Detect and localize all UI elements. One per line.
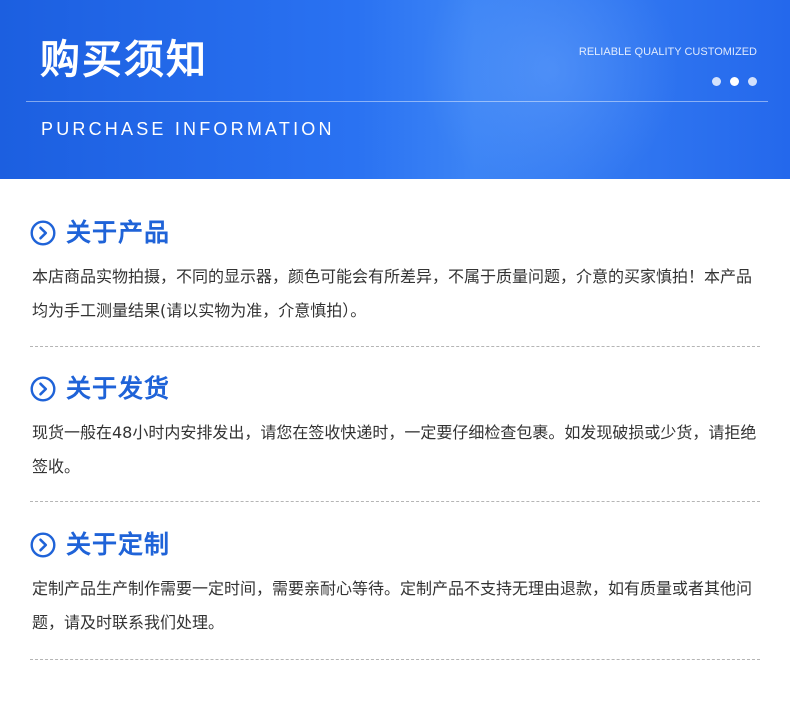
section-header: 关于发货 (30, 372, 170, 406)
banner-glow (420, 0, 680, 179)
banner-divider (26, 101, 768, 102)
dashed-divider (30, 346, 760, 347)
header-banner: 购买须知 RELIABLE QUALITY CUSTOMIZED PURCHAS… (0, 0, 790, 179)
section-header: 关于定制 (30, 528, 170, 562)
dot-icon (748, 77, 757, 86)
page-title: 购买须知 (40, 37, 208, 83)
section-body: 本店商品实物拍摄，不同的显示器，颜色可能会有所差异，不属于质量问题，介意的买家慎… (32, 267, 753, 320)
section-title: 关于定制 (66, 530, 171, 559)
dot-icon (712, 77, 721, 86)
dashed-divider (30, 659, 760, 660)
section-title: 关于产品 (66, 218, 171, 247)
section-body: 定制产品生产制作需要一定时间，需要亲耐心等待。定制产品不支持无理由退款，如有质量… (32, 579, 753, 632)
banner-tagline: RELIABLE QUALITY CUSTOMIZED (578, 46, 757, 58)
banner-dots (712, 77, 757, 86)
chevron-right-circle-icon (30, 532, 56, 558)
section-title: 关于发货 (66, 374, 171, 403)
chevron-right-circle-icon (30, 376, 56, 402)
dashed-divider (30, 501, 760, 502)
chevron-right-circle-icon (30, 220, 56, 246)
dot-icon (730, 77, 739, 86)
section-body: 现货一般在48小时内安排发出，请您在签收快递时，一定要仔细检查包裹。如发现破损或… (32, 423, 757, 476)
page-subtitle: PURCHASE INFORMATION (41, 119, 335, 139)
section-header: 关于产品 (30, 216, 170, 250)
